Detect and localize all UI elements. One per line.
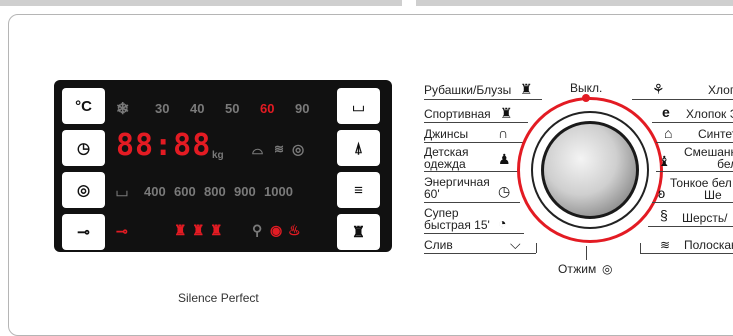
program-cotton[interactable]: Хлоп — [708, 84, 733, 96]
program-drain[interactable]: Слив — [424, 239, 453, 251]
spin-button[interactable]: ◎ — [62, 172, 105, 208]
stain-button[interactable]: ♜ — [337, 214, 380, 250]
spin-indicator-icon: ◎ — [292, 141, 305, 157]
time-display: 88:88 — [116, 128, 212, 163]
program-mixed[interactable]: Смешаннбел — [684, 146, 733, 170]
temp-value: 40 — [190, 101, 205, 116]
shirt-icon: ♜ — [351, 224, 366, 241]
program-dial-knob[interactable] — [541, 121, 639, 219]
program-wool[interactable]: Шерсть/ — [682, 212, 727, 224]
program-synthetic[interactable]: Синтет — [698, 128, 733, 140]
mixed-icon: ♝ — [658, 153, 671, 169]
timer-button[interactable]: ◷ — [62, 130, 105, 166]
program-underline — [424, 142, 524, 143]
soak-icon: ⌓ — [252, 141, 264, 157]
temperature-button-label: °C — [75, 97, 92, 115]
program-kids-line2: одежда — [424, 157, 466, 171]
tap-icon: ⚲ — [252, 222, 263, 238]
prewash-icon: ⍋ — [353, 139, 363, 157]
rinse-program-icon: ≋ — [660, 238, 671, 252]
temp-value: 50 — [225, 101, 240, 116]
dial-spin-tick — [586, 246, 587, 260]
program-underline — [424, 171, 520, 172]
program-underline — [424, 233, 524, 234]
quick-program-icon: ◔ — [498, 215, 507, 231]
program-underline — [424, 122, 528, 123]
easy-iron-button[interactable]: ≡ — [337, 172, 380, 208]
sport-program-icon: ♜ — [500, 105, 513, 121]
cotton-eco-icon: ⚘ — [652, 81, 665, 97]
program-underline — [652, 122, 733, 123]
program-sport[interactable]: Спортивная — [424, 108, 491, 120]
program-shirts[interactable]: Рубашки/Блузы — [424, 84, 511, 96]
program-underline — [424, 202, 520, 203]
wool-icon: § — [660, 207, 668, 223]
program-super-quick[interactable]: Супер быстрая 15' — [424, 207, 490, 231]
lock-indicator-icon: ⊸ — [116, 223, 128, 239]
temp-value: 30 — [155, 101, 170, 116]
spin-dial-icon: ◎ — [602, 262, 613, 276]
shirt-indicator-icon: ♜ — [192, 222, 205, 238]
dial-off-label[interactable]: Выкл. — [570, 82, 602, 94]
kids-program-icon: ♟ — [498, 151, 511, 167]
key-icon: ⊸ — [77, 224, 90, 241]
brand-line: Silence Perfect — [178, 291, 259, 305]
butterfly-icon: ʚ — [658, 185, 666, 201]
spin-value: 600 — [174, 184, 196, 199]
program-kids[interactable]: Детская одежда — [424, 146, 468, 170]
temp-value: 90 — [295, 101, 310, 116]
program-underline — [632, 99, 733, 100]
program-energetic-line2: 60' — [424, 187, 440, 201]
temp-value-active: 60 — [260, 101, 275, 116]
basin-indicator-icon: ⌴ — [116, 183, 129, 200]
lcd-display: ❄ 30 40 50 60 90 88:88 kg ⌓ ≋ ◎ ⌴ 400 60… — [112, 86, 326, 246]
spin-value: 900 — [234, 184, 256, 199]
program-underline — [656, 171, 733, 172]
spin-icon: ◎ — [76, 182, 91, 199]
start-button[interactable]: ⌴ — [337, 88, 380, 124]
program-cotton-eco[interactable]: Хлопок Э — [686, 108, 733, 120]
program-underline — [424, 253, 536, 254]
program-rinse[interactable]: Полоскан — [684, 239, 733, 251]
program-tick — [640, 243, 641, 253]
eco-icon: e — [662, 104, 670, 120]
program-underline — [640, 253, 733, 254]
program-delicate-line2: Ше — [704, 188, 722, 202]
sensor-icon: ◉ — [270, 222, 283, 238]
program-underline — [424, 99, 542, 100]
iron-icon: ≡ — [354, 181, 363, 199]
drum-clean-icon: ♨ — [288, 222, 301, 238]
shirt-program-icon: ♜ — [520, 81, 533, 97]
spin-value: 400 — [144, 184, 166, 199]
clock-icon: ◷ — [76, 140, 91, 157]
program-underline — [652, 202, 733, 203]
rinse-icon: ≋ — [274, 142, 285, 156]
program-energetic[interactable]: Энергичная 60' — [424, 176, 490, 200]
basin-icon: ⌴ — [352, 97, 365, 115]
temperature-button[interactable]: °C — [62, 88, 105, 124]
spin-value: 800 — [204, 184, 226, 199]
snowflake-icon: ❄ — [116, 101, 130, 118]
jeans-program-icon: ∩ — [498, 125, 509, 141]
shirt-indicator-icon: ♜ — [174, 222, 187, 238]
program-jeans[interactable]: Джинсы — [424, 128, 468, 140]
energetic-program-icon: ◷ — [498, 183, 511, 199]
top-divider-bar — [0, 0, 733, 6]
dial-spin-label[interactable]: Отжим — [558, 263, 596, 275]
child-lock-button[interactable]: ⊸ — [62, 214, 105, 250]
program-super-quick-line2: быстрая 15' — [424, 218, 490, 232]
prewash-button[interactable]: ⍋ — [337, 130, 380, 166]
program-underline — [648, 226, 733, 227]
program-underline — [656, 142, 733, 143]
drain-program-icon: ⌵ — [510, 236, 521, 252]
kg-label: kg — [212, 150, 224, 161]
program-tick — [536, 243, 537, 253]
synthetic-icon: ⌂ — [664, 125, 673, 141]
program-delicate[interactable]: Тонкое бел Ше — [670, 177, 732, 201]
program-mixed-line2: бел — [717, 157, 733, 171]
spin-value: 1000 — [264, 184, 293, 199]
shirt-indicator-icon: ♜ — [210, 222, 223, 238]
